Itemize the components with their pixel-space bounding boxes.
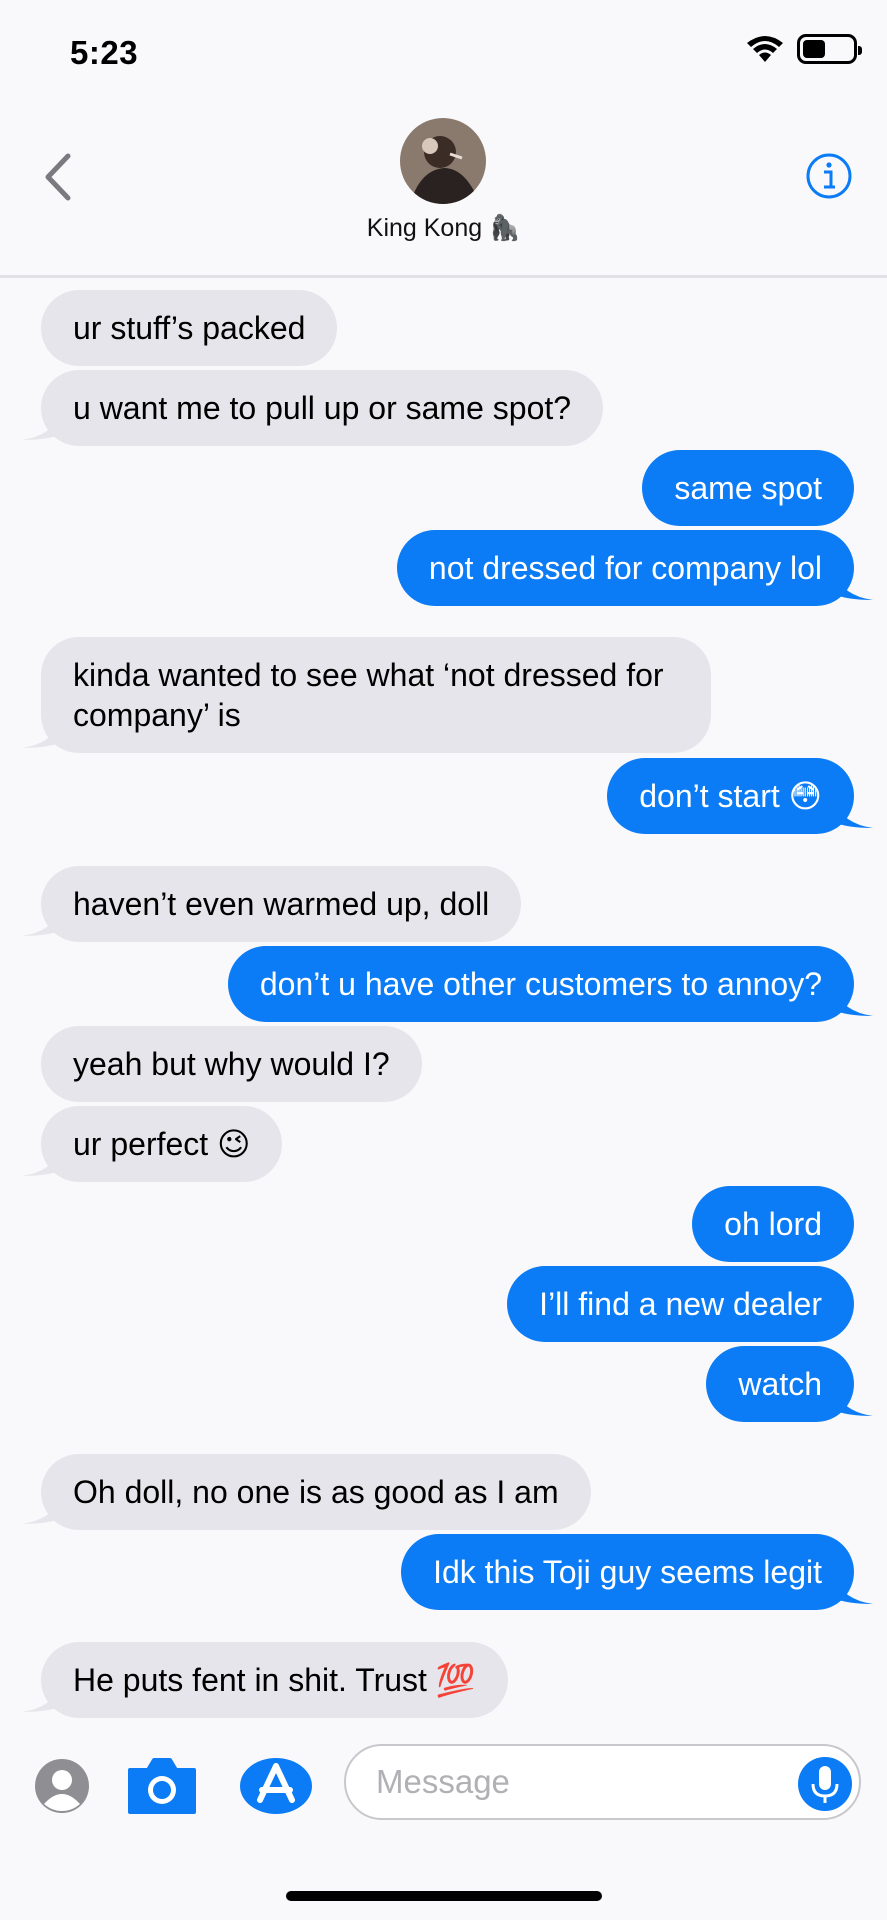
bubble-tail — [833, 988, 873, 1016]
outgoing-message[interactable]: watch — [706, 1346, 854, 1422]
outgoing-message[interactable]: not dressed for company lol — [396, 530, 854, 606]
outgoing-message[interactable]: same spot — [642, 450, 854, 526]
status-time: 5:23 — [70, 34, 139, 71]
battery-icon — [797, 34, 862, 64]
incoming-message[interactable]: yeah but why would I? — [41, 1026, 422, 1102]
chevron-left-icon[interactable] — [38, 150, 78, 205]
outgoing-message[interactable]: don’t u have other customers to annoy? — [227, 946, 854, 1022]
bubble-tail — [22, 720, 62, 748]
contact-avatar[interactable] — [400, 118, 486, 204]
bubble-tail — [22, 1496, 62, 1524]
incoming-message[interactable]: kinda wanted to see what ‘not dressed fo… — [41, 637, 711, 753]
incoming-message[interactable]: haven’t even warmed up, doll — [41, 866, 522, 942]
camera-icon[interactable] — [126, 1756, 198, 1816]
status-icons — [745, 34, 862, 64]
contact-name[interactable]: King Kong 🦍 — [0, 214, 887, 243]
outgoing-message[interactable]: Idk this Toji guy seems legit — [401, 1534, 854, 1610]
app-store-icon[interactable] — [238, 1756, 314, 1816]
outgoing-message[interactable]: oh lord — [692, 1186, 854, 1262]
bubble-tail — [22, 1148, 62, 1176]
incoming-message[interactable]: Oh doll, no one is as good as I am — [41, 1454, 591, 1530]
bubble-tail — [22, 908, 62, 936]
message-list[interactable]: ur stuff’s packed u want me to pull up o… — [0, 280, 887, 1740]
wifi-icon — [747, 36, 783, 62]
bubble-tail — [833, 572, 873, 600]
outgoing-message[interactable]: don’t start 😳 — [607, 758, 854, 834]
bubble-tail — [22, 1684, 62, 1712]
incoming-message[interactable]: u want me to pull up or same spot? — [41, 370, 604, 446]
home-indicator[interactable] — [286, 1891, 602, 1901]
conversation-header: King Kong 🦍 — [0, 100, 887, 278]
bubble-tail — [833, 800, 873, 828]
outgoing-message[interactable]: I’ll find a new dealer — [507, 1266, 854, 1342]
status-bar: 5:23 — [0, 0, 887, 100]
bubble-tail — [833, 1388, 873, 1416]
microphone-icon[interactable] — [797, 1756, 853, 1812]
bubble-tail — [22, 412, 62, 440]
bubble-tail — [833, 1576, 873, 1604]
incoming-message[interactable]: ur perfect 😉 — [41, 1106, 283, 1182]
contacts-icon[interactable] — [34, 1758, 90, 1814]
info-icon[interactable] — [805, 152, 853, 200]
incoming-message[interactable]: ur stuff’s packed — [41, 290, 338, 366]
message-input[interactable]: Message — [344, 1744, 861, 1820]
incoming-message[interactable]: He puts fent in shit. Trust 💯 — [41, 1642, 508, 1718]
composer-bar: Message — [0, 1728, 887, 1848]
